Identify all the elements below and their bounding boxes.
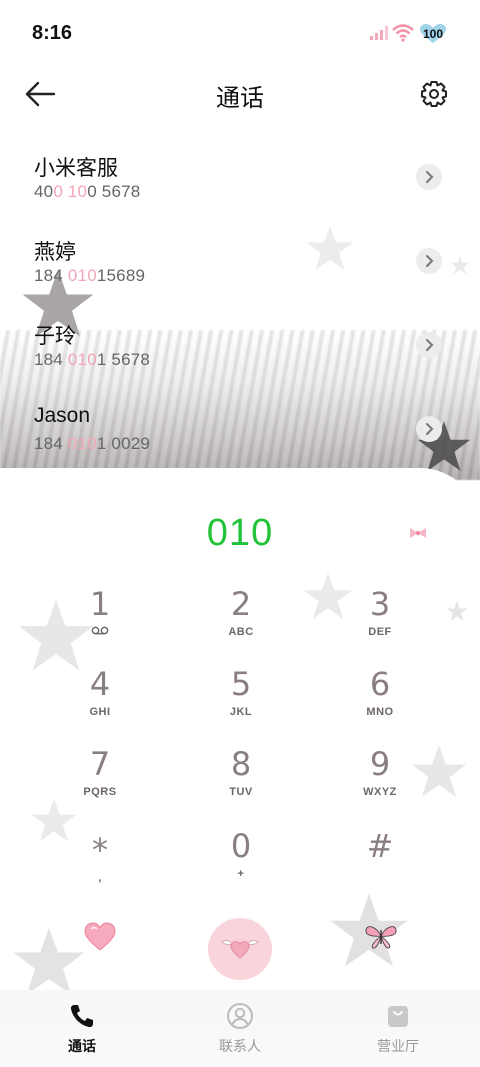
phone-icon	[70, 1005, 93, 1028]
key-5[interactable]: 5 JKL	[191, 666, 291, 736]
bag-icon	[388, 1006, 408, 1027]
winged-heart-icon	[221, 940, 259, 959]
contact-name: 子玲	[34, 325, 76, 348]
key-2[interactable]: 2 ABC	[191, 586, 291, 656]
status-bar: 8:16 100	[0, 0, 480, 64]
battery-level: 100	[422, 27, 444, 41]
tab-calls-label: 通话	[68, 1038, 96, 1054]
chevron-right-icon[interactable]	[416, 332, 442, 358]
voicemail-icon	[91, 626, 109, 635]
key-hash[interactable]: #	[330, 828, 430, 898]
app-header: 通话	[0, 64, 480, 124]
heart-icon[interactable]	[84, 922, 116, 952]
contact-number: 184 0101 0029	[34, 434, 151, 453]
key-0[interactable]: 0 +	[191, 828, 291, 898]
key-6[interactable]: 6 MNO	[330, 666, 430, 736]
contact-name: 燕婷	[34, 241, 76, 264]
page-title: 通话	[216, 85, 264, 112]
list-item[interactable]: Jason 184 0101 0029	[0, 392, 480, 476]
star-decoration	[12, 926, 86, 996]
contact-number: 184 0101 5678	[34, 350, 151, 369]
key-4[interactable]: 4 GHI	[50, 666, 150, 736]
contact-number: 184 01015689	[34, 266, 146, 285]
tab-service-hall[interactable]: 营业厅	[348, 1002, 448, 1056]
wifi-icon	[392, 24, 414, 42]
tab-service-hall-label: 营业厅	[377, 1038, 419, 1054]
bow-icon[interactable]	[408, 526, 428, 540]
key-1[interactable]: 1	[50, 586, 150, 656]
list-item[interactable]: 燕婷 184 01015689	[0, 224, 480, 308]
list-item[interactable]: 子玲 184 0101 5678	[0, 308, 480, 392]
tab-contacts[interactable]: 联系人	[190, 1002, 290, 1056]
chevron-right-icon[interactable]	[416, 248, 442, 274]
tab-contacts-label: 联系人	[219, 1038, 261, 1054]
contact-name: 小米客服	[34, 157, 118, 180]
contact-name: Jason	[34, 404, 91, 427]
key-7[interactable]: 7 PQRS	[50, 746, 150, 816]
tab-calls[interactable]: 通话	[32, 1002, 132, 1056]
signal-icon	[370, 26, 388, 40]
key-3[interactable]: 3 DEF	[330, 586, 430, 656]
call-button[interactable]	[208, 918, 272, 980]
key-8[interactable]: 8 TUV	[191, 746, 291, 816]
butterfly-icon[interactable]	[364, 922, 398, 950]
bottom-nav: 通话 联系人 营业厅	[0, 990, 480, 1067]
contact-number: 400 100 5678	[34, 182, 141, 201]
battery-indicator: 100	[420, 24, 446, 44]
star-decoration	[446, 600, 468, 622]
contact-icon	[227, 1003, 253, 1029]
gear-icon[interactable]	[420, 80, 448, 108]
key-star[interactable]: * ,	[50, 832, 150, 902]
list-item[interactable]: 小米客服 400 100 5678	[0, 140, 480, 224]
status-time: 8:16	[32, 22, 73, 44]
chevron-right-icon[interactable]	[416, 164, 442, 190]
key-9[interactable]: 9 WXYZ	[330, 746, 430, 816]
chevron-right-icon[interactable]	[416, 416, 442, 442]
